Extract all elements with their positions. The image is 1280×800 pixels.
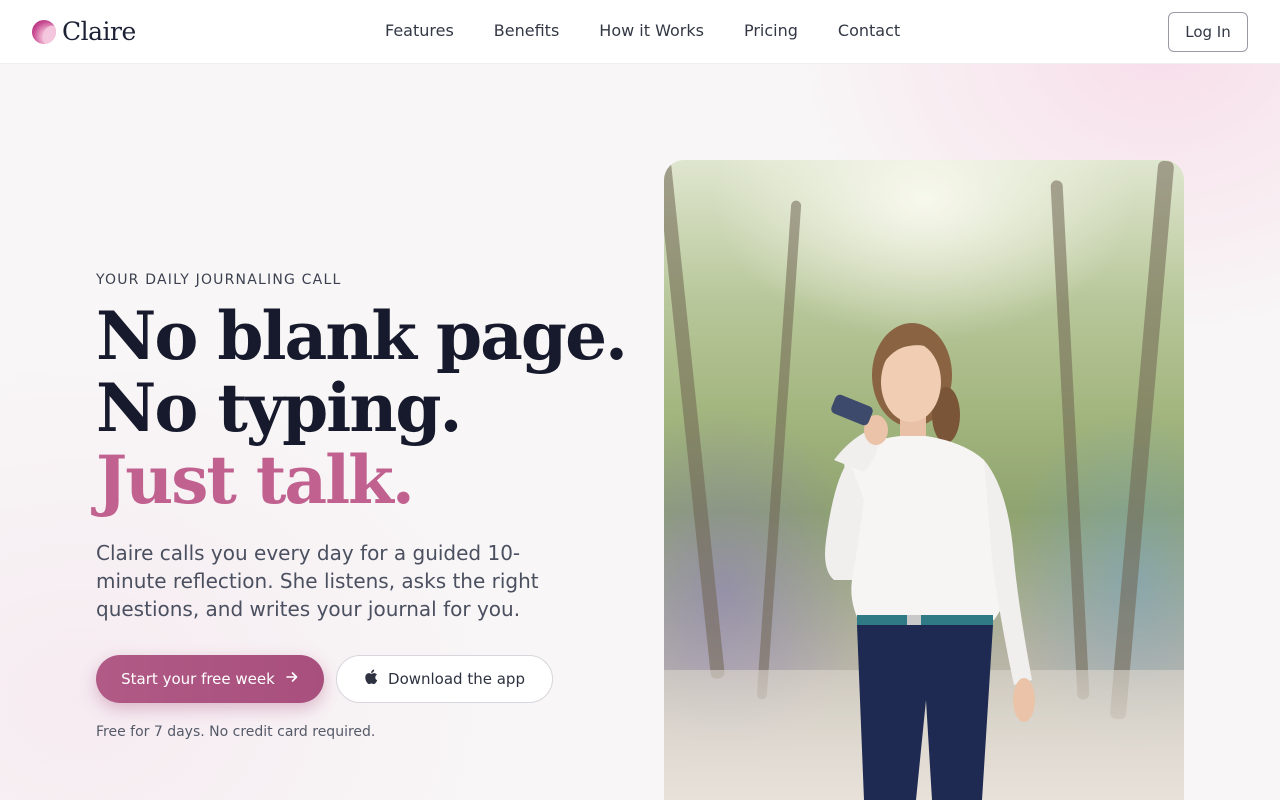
- nav-link-pricing[interactable]: Pricing: [744, 21, 798, 40]
- woman-figure: [825, 323, 1035, 800]
- download-app-button[interactable]: Download the app: [336, 655, 553, 703]
- top-navbar: Claire Features Benefits How it Works Pr…: [0, 0, 1280, 64]
- apple-icon: [364, 669, 378, 689]
- nav-link-contact[interactable]: Contact: [838, 21, 900, 40]
- start-free-week-label: Start your free week: [121, 670, 275, 688]
- free-trial-note: Free for 7 days. No credit card required…: [96, 724, 376, 740]
- download-app-label: Download the app: [388, 670, 525, 688]
- login-button[interactable]: Log In: [1168, 12, 1248, 52]
- brand-name: Claire: [62, 17, 136, 46]
- nav-link-benefits[interactable]: Benefits: [494, 21, 560, 40]
- main-nav: Features Benefits How it Works Pricing C…: [385, 21, 940, 40]
- hero-eyebrow: YOUR DAILY JOURNALING CALL: [96, 272, 342, 288]
- brand-home-link[interactable]: Claire: [32, 17, 136, 46]
- headline-line-1: No blank page.: [96, 297, 628, 375]
- woman-talking-on-phone-photo: [664, 160, 1184, 800]
- hero-headline: No blank page. No typing. Just talk.: [96, 297, 628, 519]
- start-free-week-button[interactable]: Start your free week: [96, 655, 324, 703]
- claire-logo-icon: [32, 19, 56, 44]
- hero-subtext: Claire calls you every day for a guided …: [96, 541, 539, 621]
- headline-line-3-accent: Just talk.: [96, 441, 415, 519]
- nav-link-features[interactable]: Features: [385, 21, 454, 40]
- headline-line-2: No typing.: [96, 369, 463, 447]
- nav-link-how-it-works[interactable]: How it Works: [599, 21, 704, 40]
- arrow-right-icon: [285, 670, 299, 688]
